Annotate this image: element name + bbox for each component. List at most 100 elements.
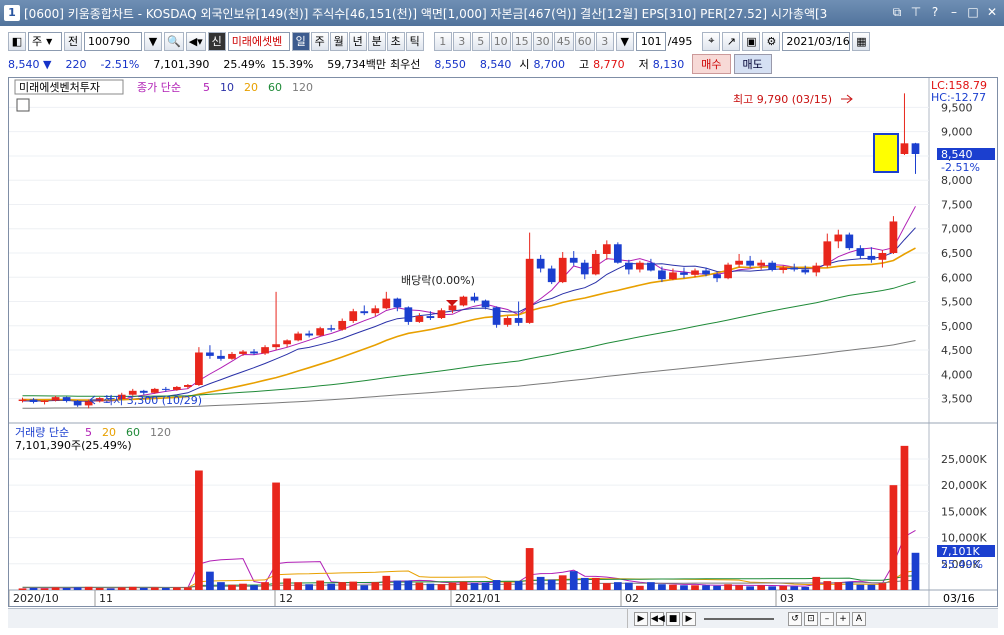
volume-bar [371,582,380,590]
draw-icon[interactable]: ↗ [722,31,741,51]
period-button-0[interactable]: 일 [291,31,310,51]
pin-icon[interactable]: ⊤ [908,4,924,20]
interval-button-0[interactable]: 1 [433,31,452,51]
scroll-track[interactable] [8,609,628,628]
period-button-6[interactable]: 틱 [405,31,424,51]
interval-button-8[interactable]: 3 [595,31,614,51]
candle-body [658,270,666,280]
interval-button-5[interactable]: 30 [532,31,553,51]
chevron-down-icon: ▼ [46,36,53,46]
zoom-reset-icon[interactable]: ↺ [788,611,802,626]
period-button-3[interactable]: 년 [348,31,367,51]
prev-button[interactable]: 전 [64,31,82,51]
dividend-annotation: 배당락(0.00%) [401,274,475,287]
price-tick-label: 6,500 [941,247,973,260]
candle-body [735,260,743,265]
zoom-slider[interactable] [704,617,774,620]
ask-price: 8,550 [434,57,466,71]
window-title: [0600] 키움종합차트 - KOSDAQ 외국인보유[149(천)] 주식수… [24,6,828,21]
candle-body [569,257,578,263]
close-icon[interactable]: ✕ [984,4,1000,20]
save-icon[interactable]: ▣ [742,31,761,51]
date-input[interactable]: 2021/03/16 [782,31,851,51]
help-icon[interactable]: ? [927,4,943,20]
price-tick-label: 8,000 [941,174,973,187]
volume-bar [294,582,302,590]
interval-button-3[interactable]: 10 [490,31,511,51]
stop-icon[interactable]: ■ [666,611,680,626]
chart-area[interactable]: 9,5009,0008,5008,0007,5007,0006,5006,000… [8,77,998,607]
zoom-out-icon[interactable]: – [820,611,834,626]
ma-period-20: 20 [244,81,258,94]
volume-bar [900,445,909,590]
window-titlebar: 1 [0600] 키움종합차트 - KOSDAQ 외국인보유[149(천)] 주… [0,0,1004,26]
candle-body [669,272,677,280]
period-select[interactable]: 주 ▼ [28,31,62,51]
link-icon[interactable]: ⧉ [889,4,905,20]
candle-body [349,311,358,321]
sell-button[interactable]: 매도 [733,54,772,74]
zoom-in-icon[interactable]: + [836,611,850,626]
volume-bar [558,575,567,590]
candle-body [161,388,170,390]
maximize-icon[interactable]: □ [965,4,981,20]
speaker-icon[interactable]: ◀▾ [185,31,206,51]
candle-body [823,241,832,266]
vol-period-20: 20 [102,426,116,439]
scroll-right-icon[interactable]: ▶ [634,611,648,626]
candle-body [29,399,38,402]
calendar-icon[interactable]: ▦ [852,31,871,51]
interval-button-2[interactable]: 5 [471,31,490,51]
open-label: 시 [519,58,530,71]
vol-tick-label: 10,000K [941,532,987,545]
period-button-2[interactable]: 월 [329,31,348,51]
high-annotation: 최고 9,790 (03/15) [733,93,832,106]
crosshair-icon[interactable]: ⌖ [702,31,721,51]
settings-icon[interactable]: ⚙ [762,31,781,51]
candle-body [580,262,589,275]
vol-tag-pct: 25.49% [941,558,983,571]
high-price: 8,770 [593,57,625,71]
layout-icon[interactable]: ◧ [8,31,26,51]
interval-button-4[interactable]: 15 [511,31,532,51]
volume-bar [823,581,832,590]
skip-back-icon[interactable]: ◀◀ [650,611,665,626]
candle-body [228,353,236,359]
volume-bar [867,584,876,590]
price-tick-label: 3,500 [941,393,973,406]
candle-body [790,267,799,270]
x-axis-label: 11 [99,592,113,605]
volume-bar [195,470,203,590]
buy-button[interactable]: 매수 [692,54,731,74]
minimize-icon[interactable]: – [946,4,962,20]
price-tick-label: 7,000 [941,223,973,236]
interval-button-7[interactable]: 60 [574,31,595,51]
ma-period-120: 120 [292,81,313,94]
play-icon[interactable]: ▶ [682,611,696,626]
volume-bar [305,584,314,590]
candle-body [338,320,347,330]
code-dropdown-icon[interactable]: ▼ [144,31,162,51]
interval-dropdown-icon[interactable]: ▼ [615,31,634,51]
period-button-4[interactable]: 분 [367,31,386,51]
period-button-1[interactable]: 주 [310,31,329,51]
interval-button-1[interactable]: 3 [452,31,471,51]
search-icon[interactable]: 🔍 [164,31,184,51]
quote-change: 220 [65,57,87,71]
code-input[interactable]: 100790 [84,31,142,51]
interval-button-6[interactable]: 45 [553,31,574,51]
period-button-5[interactable]: 초 [386,31,405,51]
candle-body [647,262,655,271]
table-icon[interactable] [16,98,30,112]
volume-bar [878,583,887,590]
stock-chart[interactable]: 9,5009,0008,5008,0007,5007,0006,5006,000… [8,78,997,606]
zoom-fit-icon[interactable]: ⊡ [804,611,818,626]
candle-body [239,351,247,354]
candle-body [547,268,556,283]
price-tick-label: 6,000 [941,271,973,284]
volume-bar [128,586,137,590]
scroll-bar[interactable]: ▶ ◀◀ ■ ▶ ↺ ⊡ – + A [8,608,998,628]
volume-bar [18,588,27,590]
count-input[interactable]: 101 [635,31,666,51]
text-icon[interactable]: A [852,611,866,626]
